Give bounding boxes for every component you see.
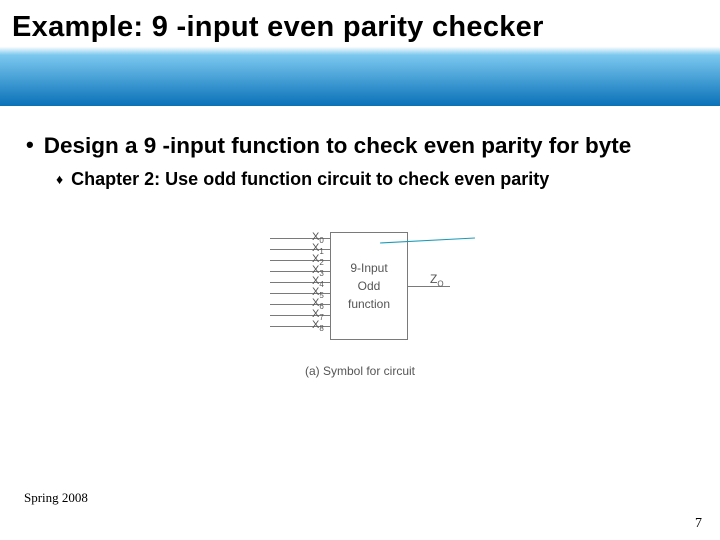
content-area: • Design a 9 -input function to check ev…: [0, 106, 720, 378]
sub-bullet-item: ♦ Chapter 2: Use odd function circuit to…: [56, 168, 694, 191]
figure-caption: (a) Symbol for circuit: [230, 364, 490, 378]
figure: X0 X1 X2 X3 X4 X5 X6 X7 X8 9-Input Odd f…: [26, 228, 694, 378]
sub-bullet-text: Chapter 2: Use odd function circuit to c…: [71, 168, 549, 191]
function-box: 9-Input Odd function: [330, 232, 408, 340]
wire-out: [408, 286, 450, 287]
output-label: ZO: [430, 272, 444, 288]
bullet-item: • Design a 9 -input function to check ev…: [26, 132, 694, 160]
page-number: 7: [695, 516, 702, 532]
circuit-diagram: X0 X1 X2 X3 X4 X5 X6 X7 X8 9-Input Odd f…: [230, 228, 490, 378]
bullet-text: Design a 9 -input function to check even…: [44, 132, 632, 160]
box-line: 9-Input: [350, 259, 387, 277]
diamond-marker: ♦: [56, 171, 63, 187]
box-line: Odd: [358, 277, 381, 295]
slide-title: Example: 9 -input even parity checker: [12, 11, 544, 44]
bullet-marker: •: [26, 132, 34, 157]
title-band: Example: 9 -input even parity checker: [0, 0, 720, 106]
input-label: X8: [312, 319, 324, 333]
box-line: function: [348, 295, 390, 313]
footer-text: Spring 2008: [24, 490, 88, 506]
